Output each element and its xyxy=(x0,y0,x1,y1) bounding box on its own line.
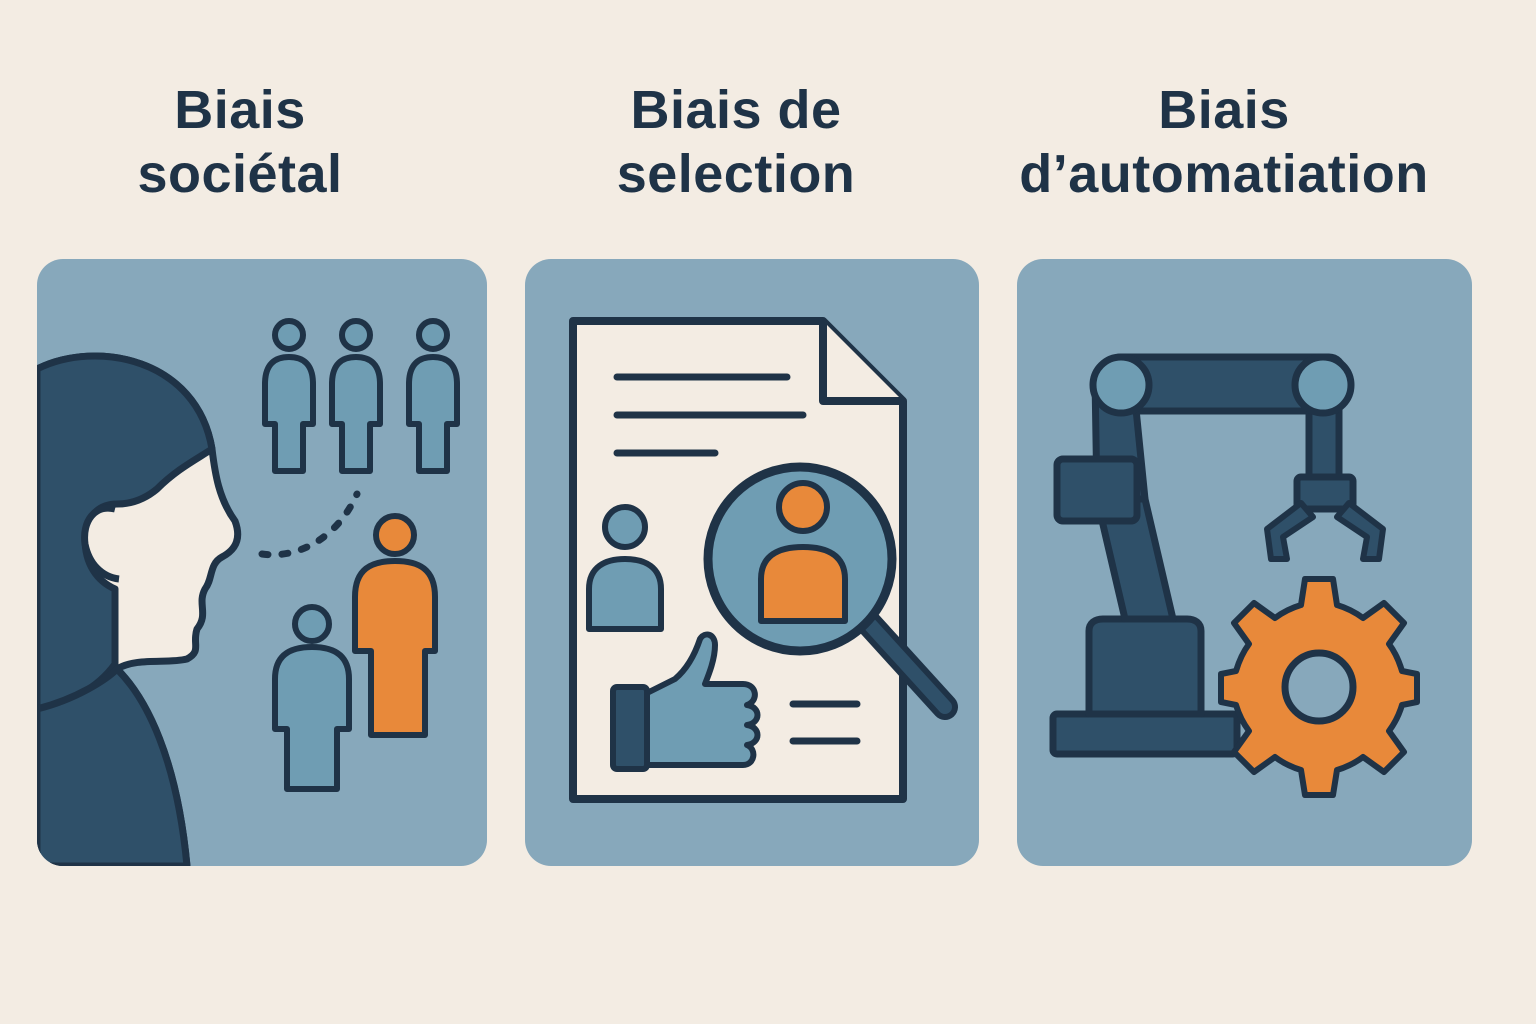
panel-societal-bias xyxy=(37,259,487,866)
heading-line-2: sociétal xyxy=(137,144,343,204)
heading-line-1: Biais xyxy=(1158,80,1290,140)
panel-selection-bias xyxy=(525,259,979,866)
heading-line-1: Biais xyxy=(174,80,306,140)
heading-selection-bias: Biais de selection xyxy=(496,78,976,206)
society-people-icon xyxy=(37,318,460,866)
robot-arm-gear-icon xyxy=(1049,353,1420,798)
heading-line-2: d’automatiation xyxy=(1019,144,1429,204)
resume-search-icon xyxy=(569,317,958,803)
heading-line-2: selection xyxy=(616,144,856,204)
heading-societal-bias: Biais sociétal xyxy=(0,78,480,206)
heading-automation-bias: Biais d’automatiation xyxy=(984,78,1464,206)
heading-line-1: Biais de xyxy=(630,80,842,140)
panel-automation-bias xyxy=(1017,259,1472,866)
